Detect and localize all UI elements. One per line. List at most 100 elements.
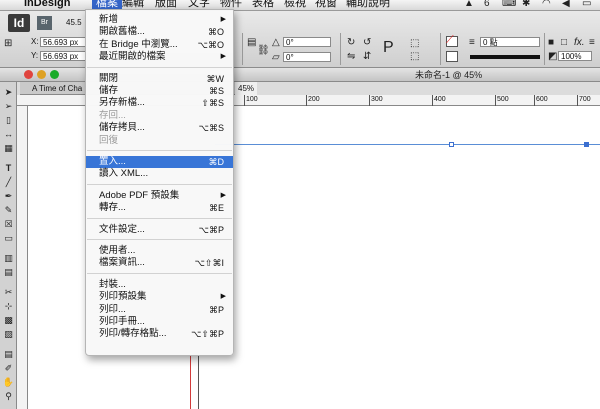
zoom-level-text: 45.5 xyxy=(66,18,82,27)
file-menu-item[interactable]: 儲存 ⌘S xyxy=(86,85,233,97)
shear-icon: ▱ xyxy=(272,52,280,63)
selection-handle[interactable] xyxy=(449,142,454,147)
toolbar-divider xyxy=(544,33,545,65)
file-menu-item[interactable]: 檔案資訊... ⌥⇧⌘I xyxy=(86,257,233,269)
pencil-tool-icon[interactable]: ✎ xyxy=(2,204,15,216)
status-icon[interactable]: ▲ xyxy=(464,0,474,9)
file-menu-item[interactable]: 關閉 ⌘W xyxy=(86,73,233,85)
selection-tool-icon[interactable]: ➤ xyxy=(2,86,15,98)
fx-icon[interactable]: fx. xyxy=(574,37,585,48)
file-menu-item[interactable]: 開啟舊檔... ⌘O xyxy=(86,26,233,38)
content-collector-icon[interactable]: ▦ xyxy=(2,142,15,154)
effects-icon[interactable]: □ xyxy=(561,37,567,48)
scissors-tool-icon[interactable]: ✂ xyxy=(2,286,15,298)
file-menu-item[interactable]: 列印... ⌘P xyxy=(86,304,233,316)
menu-help[interactable]: 輔助說明 xyxy=(346,0,390,10)
path-mode-icon[interactable]: P xyxy=(383,39,394,57)
reference-point-icon[interactable]: ⊞ xyxy=(4,38,12,49)
rotate-field[interactable]: 0° xyxy=(283,37,331,47)
file-menu-item-shortcut: ⌘E xyxy=(208,203,224,214)
gradient-swatch-tool-icon[interactable]: ▩ xyxy=(2,314,15,326)
flip-vertical-icon[interactable]: ⇵ xyxy=(363,51,371,62)
stroke-weight-field[interactable]: 0 點 xyxy=(480,37,540,47)
file-menu-item[interactable]: 封裝... xyxy=(86,279,233,291)
free-transform-tool-icon[interactable]: ⊹ xyxy=(2,300,15,312)
battery-icon[interactable]: ▭ xyxy=(582,0,591,9)
file-menu-item-label: 列印... xyxy=(99,303,126,315)
file-menu-item[interactable]: 文件設定... ⌥⌘P xyxy=(86,224,233,236)
menu-separator xyxy=(87,66,232,68)
line-tool-icon[interactable]: ╱ xyxy=(2,176,15,188)
flip-horizontal-icon[interactable]: ⇋ xyxy=(347,51,355,62)
file-menu-item-label: 文件設定... xyxy=(99,223,145,235)
pen-tool-icon[interactable]: ✒ xyxy=(2,190,15,202)
stroke-style-preview[interactable] xyxy=(470,55,540,59)
menu-view[interactable]: 檢視 xyxy=(284,0,306,10)
note-tool-icon[interactable]: ▤ xyxy=(2,348,15,360)
file-menu-item[interactable]: 最近開啟的檔案 ▶ xyxy=(86,51,233,63)
y-field[interactable]: 56.693 px xyxy=(40,51,86,61)
file-menu-item[interactable]: 新增 ▶ xyxy=(86,14,233,26)
rectangle-tool-icon[interactable]: ▭ xyxy=(2,232,15,244)
file-menu-item[interactable]: 讀入 XML... xyxy=(86,168,233,180)
drop-shadow-icon[interactable]: ■ xyxy=(548,37,554,48)
menu-table[interactable]: 表格 xyxy=(252,0,274,10)
file-menu-item-shortcut: ⌥⇧⌘P xyxy=(191,329,224,340)
opacity-field[interactable]: 100% xyxy=(558,51,592,61)
zoom-tool-icon[interactable]: ⚲ xyxy=(2,390,15,402)
file-menu-item[interactable]: 置入... ⌘D xyxy=(86,156,233,168)
select-container-icon[interactable]: ⬚ xyxy=(410,38,419,49)
file-menu-item[interactable]: 使用者... xyxy=(86,245,233,257)
file-menu-item[interactable]: 列印手冊... xyxy=(86,316,233,328)
wifi-icon[interactable]: ◠ xyxy=(542,0,551,9)
zoom-window-icon[interactable] xyxy=(50,70,59,79)
app-menu[interactable]: InDesign xyxy=(24,0,70,10)
rectangle-frame-tool-icon[interactable]: ☒ xyxy=(2,218,15,230)
volume-icon[interactable]: ◀ xyxy=(562,0,570,9)
gap-tool-icon[interactable]: ↔ xyxy=(2,128,15,140)
file-menu-item-label: 儲存 xyxy=(99,85,119,96)
select-content-icon[interactable]: ⬚ xyxy=(410,51,419,62)
minimize-icon[interactable] xyxy=(37,70,46,79)
file-menu-item: 存回... xyxy=(86,110,233,122)
stroke-swatch[interactable] xyxy=(446,51,458,62)
horizontal-grid-tool-icon[interactable]: ▥ xyxy=(2,252,15,264)
rotate-cw-icon[interactable]: ↻ xyxy=(347,37,355,48)
direct-selection-tool-icon[interactable]: ➢ xyxy=(2,100,15,112)
file-menu-item[interactable]: 在 Bridge 中瀏覽... ⌥⌘O xyxy=(86,39,233,51)
file-menu-item-label: 新增 xyxy=(99,14,119,25)
page-tool-icon[interactable]: ▯ xyxy=(2,114,15,126)
file-menu-item[interactable]: 另存新檔... ⇧⌘S xyxy=(86,97,233,109)
file-menu-item-shortcut: ⌥⌘S xyxy=(198,123,224,134)
gradient-feather-tool-icon[interactable]: ▨ xyxy=(2,328,15,340)
file-menu-item[interactable]: 轉存... ⌘E xyxy=(86,202,233,214)
file-menu-item-label: 轉存... xyxy=(99,202,126,214)
type-tool-icon[interactable]: T xyxy=(2,162,15,174)
bridge-button[interactable]: Br xyxy=(37,16,52,30)
file-menu-item[interactable]: 列印預設集 ▶ xyxy=(86,291,233,303)
ruler-label: 500 xyxy=(495,95,509,106)
vertical-grid-tool-icon[interactable]: ▤ xyxy=(2,266,15,278)
bluetooth-icon[interactable]: ✱ xyxy=(522,0,530,9)
tools-panel: ➤ ➢ ▯ ↔ ▦ T ╱ ✒ ✎ ☒ ▭ ▥ ▤ ✂ ⊹ ▩ ▨ ▤ ✐ ✋ … xyxy=(0,82,17,409)
submenu-arrow-icon: ▶ xyxy=(220,191,226,199)
hand-tool-icon[interactable]: ✋ xyxy=(2,376,15,388)
rotate-ccw-icon[interactable]: ↺ xyxy=(363,37,371,48)
eyedropper-tool-icon[interactable]: ✐ xyxy=(2,362,15,374)
shear-field[interactable]: 0° xyxy=(283,52,331,62)
file-menu-item[interactable]: Adobe PDF 預設集 ▶ xyxy=(86,190,233,202)
close-icon[interactable] xyxy=(24,70,33,79)
x-field[interactable]: 56.693 px xyxy=(40,37,86,47)
active-tab-zoom[interactable]: 45% xyxy=(235,82,258,95)
toolbar-divider xyxy=(242,33,243,65)
page-edge xyxy=(198,356,199,409)
vertical-ruler xyxy=(17,106,28,409)
keyboard-icon[interactable]: ⌨ xyxy=(502,0,516,9)
submenu-arrow-icon: ▶ xyxy=(220,53,226,61)
file-menu-item[interactable]: 儲存拷貝... ⌥⌘S xyxy=(86,122,233,134)
selection-handle[interactable] xyxy=(584,142,589,147)
menu-window[interactable]: 視窗 xyxy=(315,0,337,10)
panel-menu-icon[interactable]: ≡ xyxy=(589,37,595,48)
file-menu-item[interactable]: 列印/轉存格點... ⌥⇧⌘P xyxy=(86,328,233,340)
constrain-icon[interactable]: ⛓ xyxy=(257,45,270,56)
